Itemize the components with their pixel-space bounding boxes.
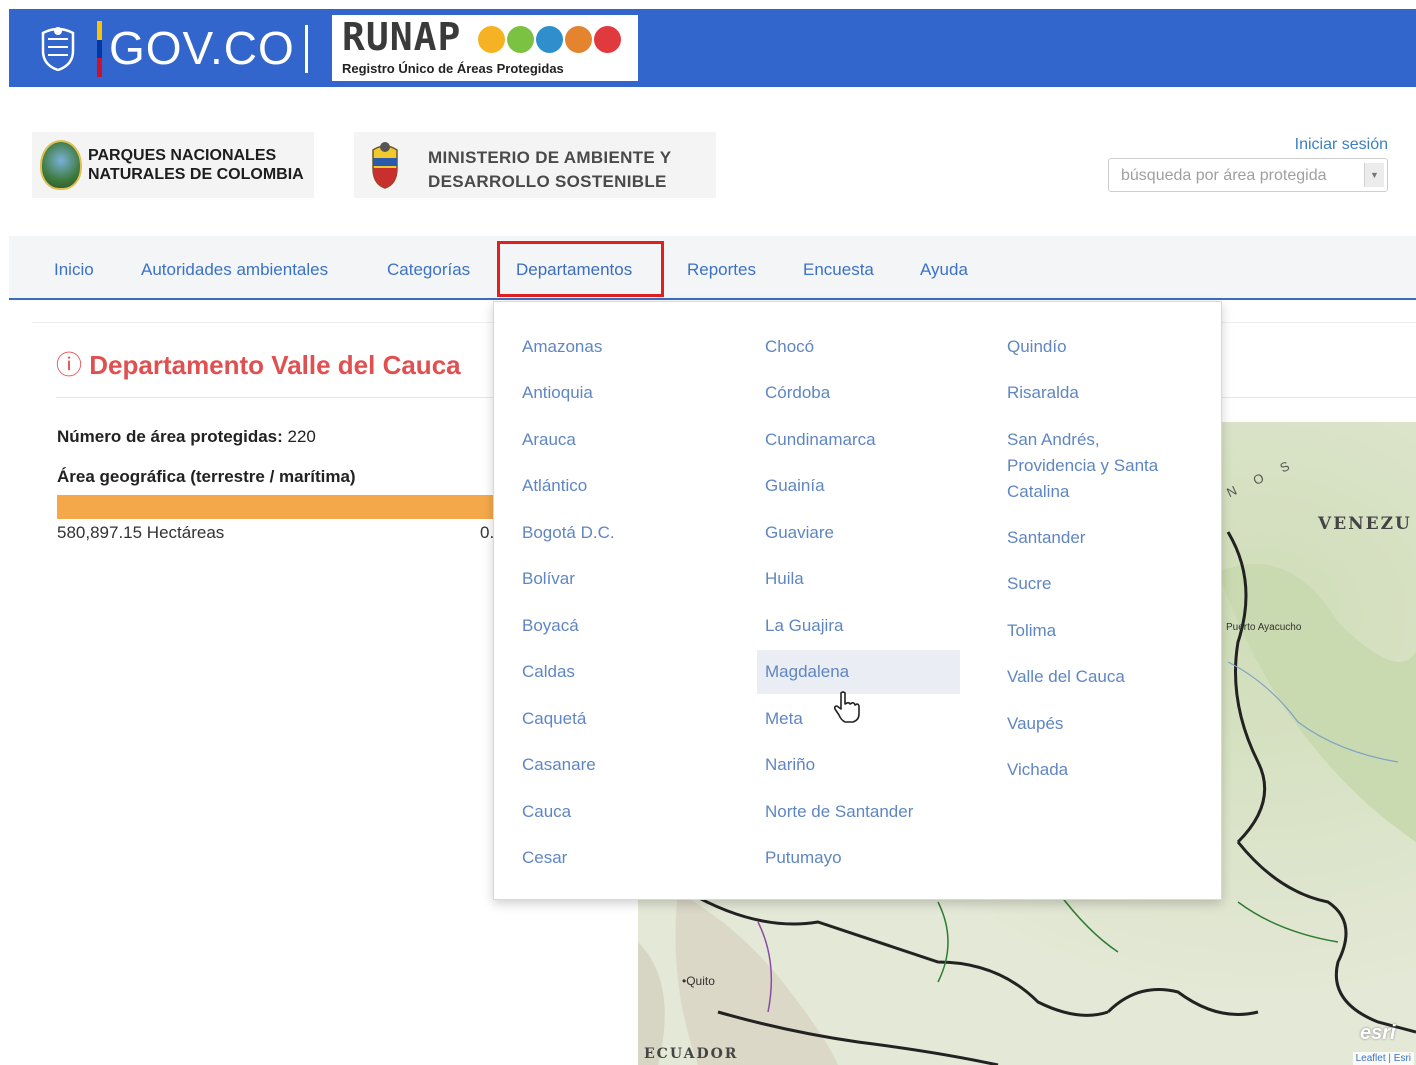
geographic-area-bar	[57, 495, 497, 519]
department-link-magdalena[interactable]: Magdalena	[765, 659, 849, 685]
ministry-coat-of-arms-icon	[372, 142, 398, 189]
flag-yellow-stripe	[97, 21, 102, 40]
protected-count-label: Número de área protegidas:	[57, 427, 283, 446]
ministry-name: MINISTERIO DE AMBIENTE Y DESARROLLO SOST…	[428, 146, 671, 194]
department-link-choco[interactable]: Chocó	[765, 334, 814, 360]
map-label-puerto-ayacucho: Puerto Ayacucho	[1226, 622, 1302, 633]
department-link-tolima[interactable]: Tolima	[1007, 618, 1056, 644]
gov-co-top-bar: GOV.CO RUNAP Registro Único de Áreas Pro…	[9, 9, 1416, 87]
department-link-guaviare[interactable]: Guaviare	[765, 520, 834, 546]
department-link-caqueta[interactable]: Caquetá	[522, 706, 586, 732]
department-link-quindio[interactable]: Quindío	[1007, 334, 1067, 360]
department-link-cauca[interactable]: Cauca	[522, 799, 571, 825]
info-circle-icon: ⓘ	[56, 350, 83, 380]
colombia-coat-of-arms-icon	[41, 27, 75, 71]
leaf-category-icon	[507, 26, 534, 53]
esri-logo: esri	[1360, 1022, 1396, 1044]
mountain-category-icon	[565, 26, 592, 53]
flag-blue-stripe	[97, 39, 102, 59]
department-link-sucre[interactable]: Sucre	[1007, 571, 1051, 597]
ministry-line-2: DESARROLLO SOSTENIBLE	[428, 172, 667, 191]
department-link-atlantico[interactable]: Atlántico	[522, 473, 587, 499]
department-link-arauca[interactable]: Arauca	[522, 427, 576, 453]
nav-encuesta[interactable]: Encuesta	[803, 260, 874, 280]
hand-pointer-cursor-icon	[833, 691, 860, 723]
runap-category-icons	[478, 26, 621, 53]
department-link-cundinamarca[interactable]: Cundinamarca	[765, 427, 876, 453]
nav-inicio[interactable]: Inicio	[54, 260, 94, 280]
departments-dropdown-menu: Amazonas Antioquia Arauca Atlántico Bogo…	[493, 301, 1222, 900]
runap-logo[interactable]: RUNAP Registro Único de Áreas Protegidas	[332, 15, 638, 81]
runap-title: RUNAP	[342, 15, 462, 59]
map-label-quito: •Quito	[682, 974, 715, 988]
department-link-santander[interactable]: Santander	[1007, 525, 1085, 551]
nav-reportes[interactable]: Reportes	[687, 260, 756, 280]
department-title: ⓘ Departamento Valle del Cauca	[56, 345, 461, 382]
pnn-line-1: PARQUES NACIONALES	[88, 147, 277, 164]
flag-red-stripe	[97, 58, 102, 77]
department-link-la-guajira[interactable]: La Guajira	[765, 613, 843, 639]
department-link-san-andres[interactable]: San Andrés, Providencia y Santa Catalina	[1007, 427, 1187, 505]
ministry-line-1: MINISTERIO DE AMBIENTE Y	[428, 148, 672, 167]
department-link-caldas[interactable]: Caldas	[522, 659, 575, 685]
nav-departamentos[interactable]: Departamentos	[516, 260, 632, 280]
department-link-boyaca[interactable]: Boyacá	[522, 613, 579, 639]
department-link-meta[interactable]: Meta	[765, 706, 803, 732]
department-link-putumayo[interactable]: Putumayo	[765, 845, 842, 871]
sun-category-icon	[478, 26, 505, 53]
search-placeholder: búsqueda por área protegida	[1121, 167, 1327, 184]
department-link-casanare[interactable]: Casanare	[522, 752, 596, 778]
pnn-line-2: NATURALES DE COLOMBIA	[88, 166, 304, 183]
department-link-norte-de-santander[interactable]: Norte de Santander	[765, 799, 913, 825]
water-category-icon	[536, 26, 563, 53]
page: GOV.CO RUNAP Registro Único de Áreas Pro…	[0, 0, 1416, 1065]
department-link-bolivar[interactable]: Bolívar	[522, 566, 575, 592]
department-link-huila[interactable]: Huila	[765, 566, 804, 592]
map-label-venezuela: VENEZU	[1318, 514, 1412, 534]
protected-area-count: Número de área protegidas: 220	[57, 427, 316, 447]
chevron-down-icon[interactable]: ▼	[1364, 163, 1384, 187]
nav-ayuda[interactable]: Ayuda	[920, 260, 968, 280]
brand-separator	[305, 25, 308, 73]
department-link-narino[interactable]: Nariño	[765, 752, 815, 778]
geographic-area-value: 580,897.15 Hectáreas	[57, 523, 225, 542]
map-label-quito-text: Quito	[686, 974, 715, 988]
map-label-ecuador: ECUADOR	[644, 1046, 739, 1062]
colombia-flag-divider	[97, 21, 102, 77]
protected-count-value: 220	[287, 427, 316, 446]
parques-nacionales-emblem-icon	[40, 140, 82, 190]
department-link-risaralda[interactable]: Risaralda	[1007, 380, 1079, 406]
department-link-vaupes[interactable]: Vaupés	[1007, 711, 1063, 737]
department-link-bogota[interactable]: Bogotá D.C.	[522, 520, 615, 546]
map-attribution[interactable]: Leaflet | Esri	[1352, 1052, 1414, 1065]
parques-nacionales-logo[interactable]: PARQUES NACIONALES NATURALES DE COLOMBIA	[32, 132, 314, 198]
department-link-guainia[interactable]: Guainía	[765, 473, 825, 499]
department-link-valle-del-cauca[interactable]: Valle del Cauca	[1007, 664, 1125, 690]
protected-area-search-select[interactable]: búsqueda por área protegida ▼	[1108, 158, 1388, 192]
geographic-area-label: Área geográfica (terrestre / marítima)	[57, 467, 356, 486]
nav-categorias[interactable]: Categorías	[387, 260, 470, 280]
department-title-text: Departamento Valle del Cauca	[89, 350, 461, 380]
fauna-category-icon	[594, 26, 621, 53]
department-link-vichada[interactable]: Vichada	[1007, 757, 1068, 783]
parques-nacionales-name: PARQUES NACIONALES NATURALES DE COLOMBIA	[88, 146, 304, 184]
department-link-cesar[interactable]: Cesar	[522, 845, 567, 871]
department-link-antioquia[interactable]: Antioquia	[522, 380, 593, 406]
department-link-cordoba[interactable]: Córdoba	[765, 380, 830, 406]
gov-co-brand[interactable]: GOV.CO	[109, 23, 295, 73]
department-link-amazonas[interactable]: Amazonas	[522, 334, 602, 360]
runap-subtitle: Registro Único de Áreas Protegidas	[342, 61, 564, 76]
nav-autoridades-ambientales[interactable]: Autoridades ambientales	[141, 260, 328, 280]
login-link[interactable]: Iniciar sesión	[1295, 136, 1388, 154]
ministerio-ambiente-logo[interactable]: MINISTERIO DE AMBIENTE Y DESARROLLO SOST…	[354, 132, 716, 198]
main-navigation: Inicio Autoridades ambientales Categoría…	[9, 236, 1416, 300]
